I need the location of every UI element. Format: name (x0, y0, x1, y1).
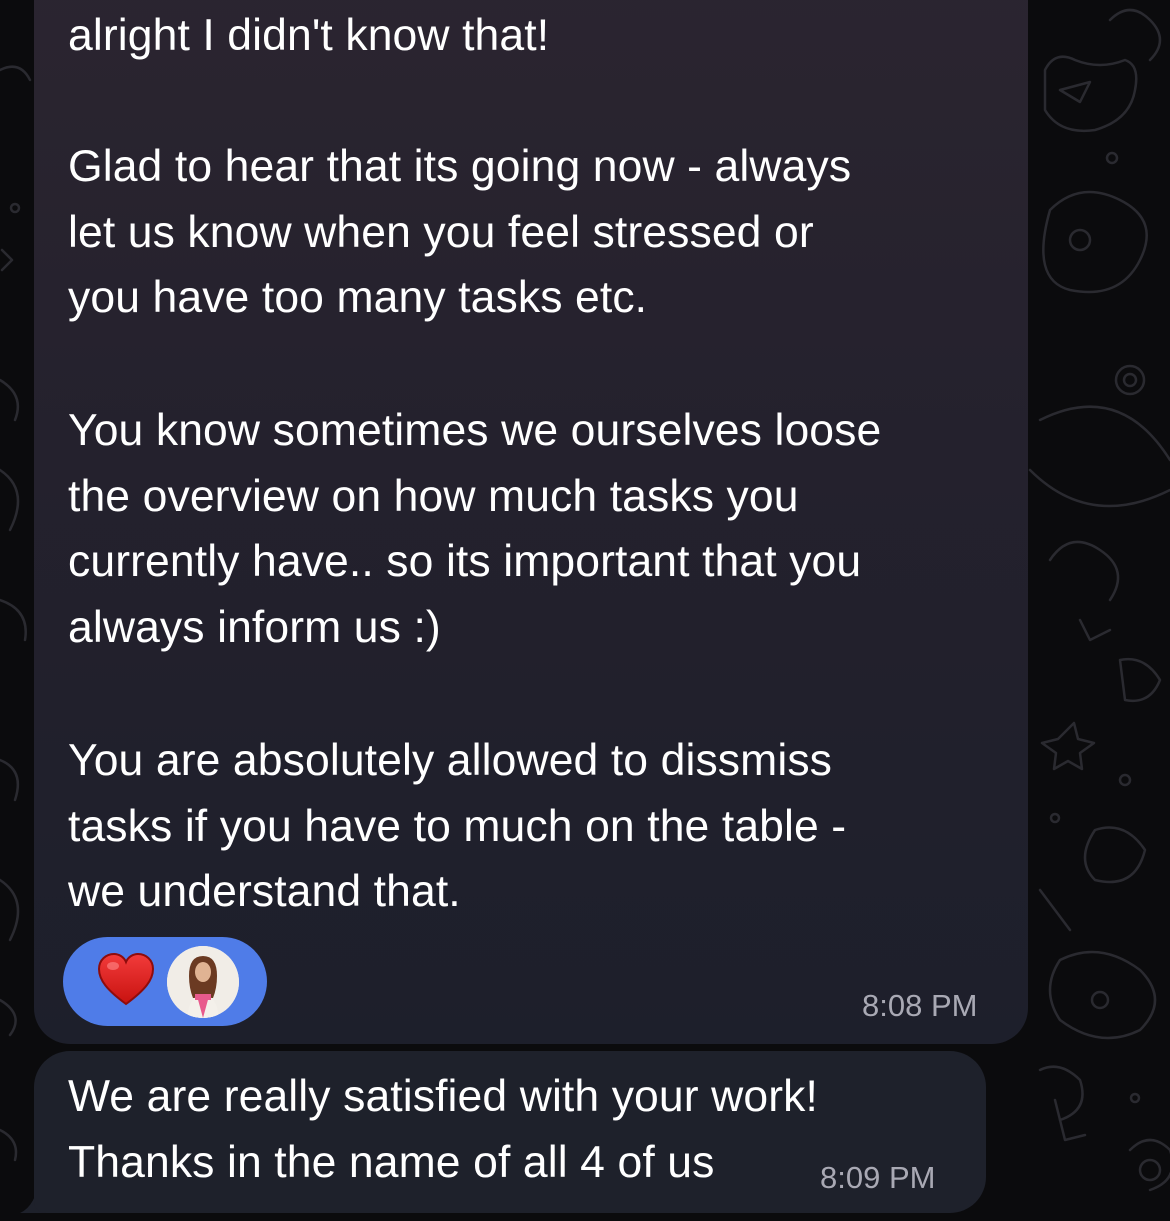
message-text: We are really satisfied with your work! … (68, 1072, 818, 1187)
message-paragraph: You are absolutely allowed to dissmiss t… (68, 736, 847, 916)
message-timestamp: 8:08 PM (862, 988, 978, 1023)
reaction-pill[interactable] (63, 937, 267, 1026)
message-paragraph: You know sometimes we ourselves loose th… (68, 406, 882, 652)
message-timestamp: 8:09 PM (820, 1160, 936, 1195)
heart-icon (97, 952, 155, 1006)
message-paragraph: alright I didn't know that! (68, 11, 550, 60)
avatar[interactable] (167, 946, 239, 1018)
avatar-image (167, 946, 239, 1018)
message-paragraph: Glad to hear that its going now - always… (68, 142, 852, 322)
